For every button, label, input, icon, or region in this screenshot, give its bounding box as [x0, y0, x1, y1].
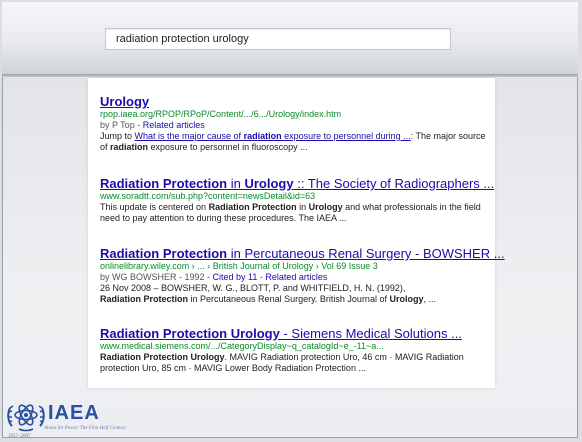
- result-title-link[interactable]: Radiation Protection in Urology :: The S…: [100, 176, 494, 191]
- result-url[interactable]: www.medical.siemens.com/.../CategoryDisp…: [100, 341, 492, 352]
- result-meta: by P Top - Related articles: [100, 120, 205, 130]
- iaea-logo: IAEA Atoms for Peace: The First Half Cen…: [4, 396, 154, 440]
- logo-years: 1957–2007: [8, 434, 31, 439]
- search-box[interactable]: [105, 28, 451, 50]
- search-input[interactable]: [106, 29, 450, 49]
- header-divider: [2, 74, 578, 77]
- cited-by-link[interactable]: Cited by 11: [213, 272, 258, 282]
- atom-emblem-icon: [7, 404, 45, 432]
- search-results: Urology rpop.iaea.org/RPOP/RPoP/Content/…: [88, 78, 505, 388]
- result-snippet: Radiation Protection Urology. MAVIG Radi…: [100, 352, 464, 373]
- result-title-link[interactable]: Radiation Protection Urology - Siemens M…: [100, 326, 492, 341]
- search-result-3: Radiation Protection in Percutaneous Ren…: [100, 246, 505, 305]
- related-articles-link[interactable]: Related articles: [143, 120, 205, 130]
- logo-wordmark: IAEA: [48, 402, 100, 424]
- result-snippet: Jump to What is the major cause of radia…: [100, 131, 486, 152]
- result-url[interactable]: onlinelibrary.wiley.com › ... › British …: [100, 261, 492, 272]
- result-meta: by WG BOWSHER - 1992 - Cited by 11 - Rel…: [100, 272, 328, 282]
- result-url[interactable]: www.soradtt.com/sub.php?content=newsDeta…: [100, 191, 492, 202]
- result-snippet: This update is centered on Radiation Pro…: [100, 202, 481, 223]
- jump-to-link[interactable]: What is the major cause of radiation exp…: [135, 131, 411, 141]
- search-result-4: Radiation Protection Urology - Siemens M…: [100, 326, 492, 374]
- result-title-link[interactable]: Urology: [100, 94, 492, 109]
- search-result-2: Radiation Protection in Urology :: The S…: [100, 176, 494, 224]
- result-url[interactable]: rpop.iaea.org/RPOP/RPoP/Content/.../6...…: [100, 109, 492, 120]
- slide: Urology rpop.iaea.org/RPOP/RPoP/Content/…: [0, 0, 582, 442]
- related-articles-link[interactable]: Related articles: [265, 272, 327, 282]
- search-result-1: Urology rpop.iaea.org/RPOP/RPoP/Content/…: [100, 94, 492, 153]
- result-title-link[interactable]: Radiation Protection in Percutaneous Ren…: [100, 246, 505, 261]
- result-snippet: 26 Nov 2008 – BOWSHER, W. G., BLOTT, P. …: [100, 283, 436, 304]
- logo-tagline: Atoms for Peace: The First Half Century: [44, 426, 126, 431]
